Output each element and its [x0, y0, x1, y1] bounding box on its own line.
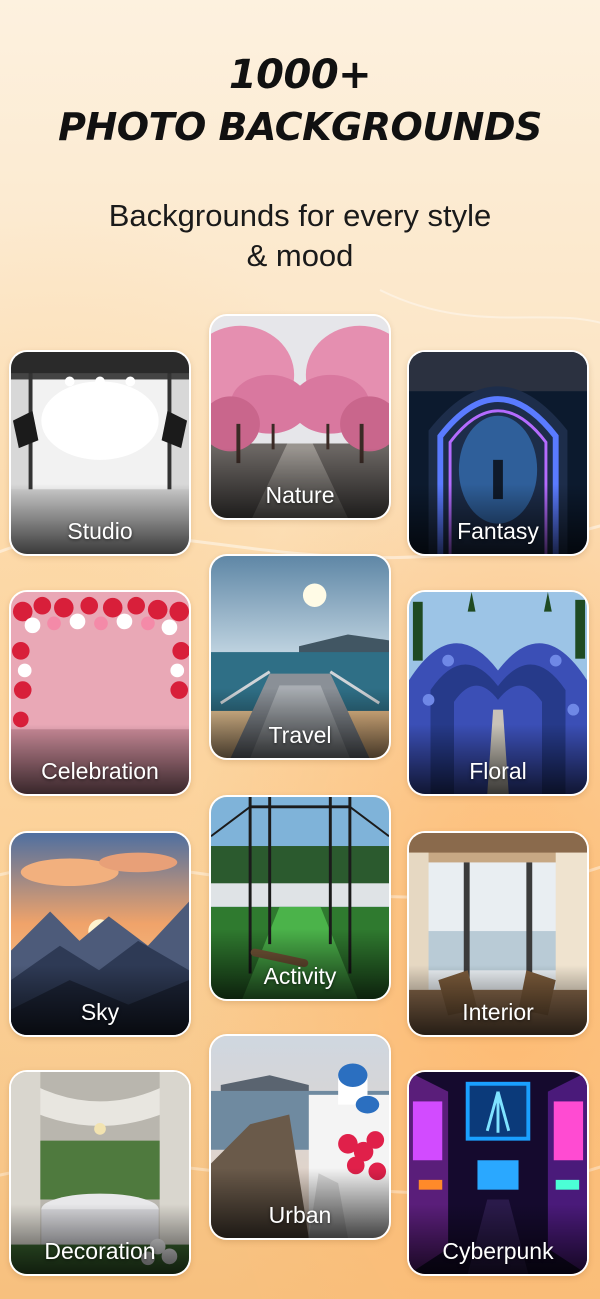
category-card-nature[interactable]: Nature [209, 314, 391, 520]
category-card-celebration[interactable]: Celebration [9, 590, 191, 796]
category-card-travel[interactable]: Travel [209, 554, 391, 760]
category-card-activity[interactable]: Activity [209, 795, 391, 1001]
category-label: Nature [265, 482, 335, 508]
category-label: Fantasy [457, 518, 539, 544]
category-card-decoration[interactable]: Decoration [9, 1070, 191, 1276]
category-label: Studio [67, 518, 133, 544]
category-card-fantasy[interactable]: Fantasy [407, 350, 589, 556]
category-label: Interior [462, 999, 534, 1025]
category-label: Travel [268, 722, 332, 748]
subtitle-line-1: Backgrounds for every style [108, 198, 492, 233]
category-label: Cyberpunk [442, 1238, 554, 1264]
subtitle-line-2: & mood [246, 238, 354, 273]
category-label: Celebration [41, 758, 159, 784]
category-card-cyberpunk[interactable]: Cyberpunk [407, 1070, 589, 1276]
category-card-floral[interactable]: Floral [407, 590, 589, 796]
category-label: Activity [263, 963, 337, 989]
category-label: Urban [268, 1202, 332, 1228]
category-card-studio[interactable]: Studio [9, 350, 191, 556]
headline-count: 1000+ [228, 52, 372, 98]
category-label: Sky [80, 999, 120, 1025]
headline-title: PHOTO BACKGROUNDS [58, 105, 542, 149]
category-card-interior[interactable]: Interior [407, 831, 589, 1037]
category-card-sky[interactable]: Sky [9, 831, 191, 1037]
category-label: Floral [469, 758, 527, 784]
category-card-urban[interactable]: Urban [209, 1034, 391, 1240]
category-label: Decoration [44, 1238, 156, 1264]
